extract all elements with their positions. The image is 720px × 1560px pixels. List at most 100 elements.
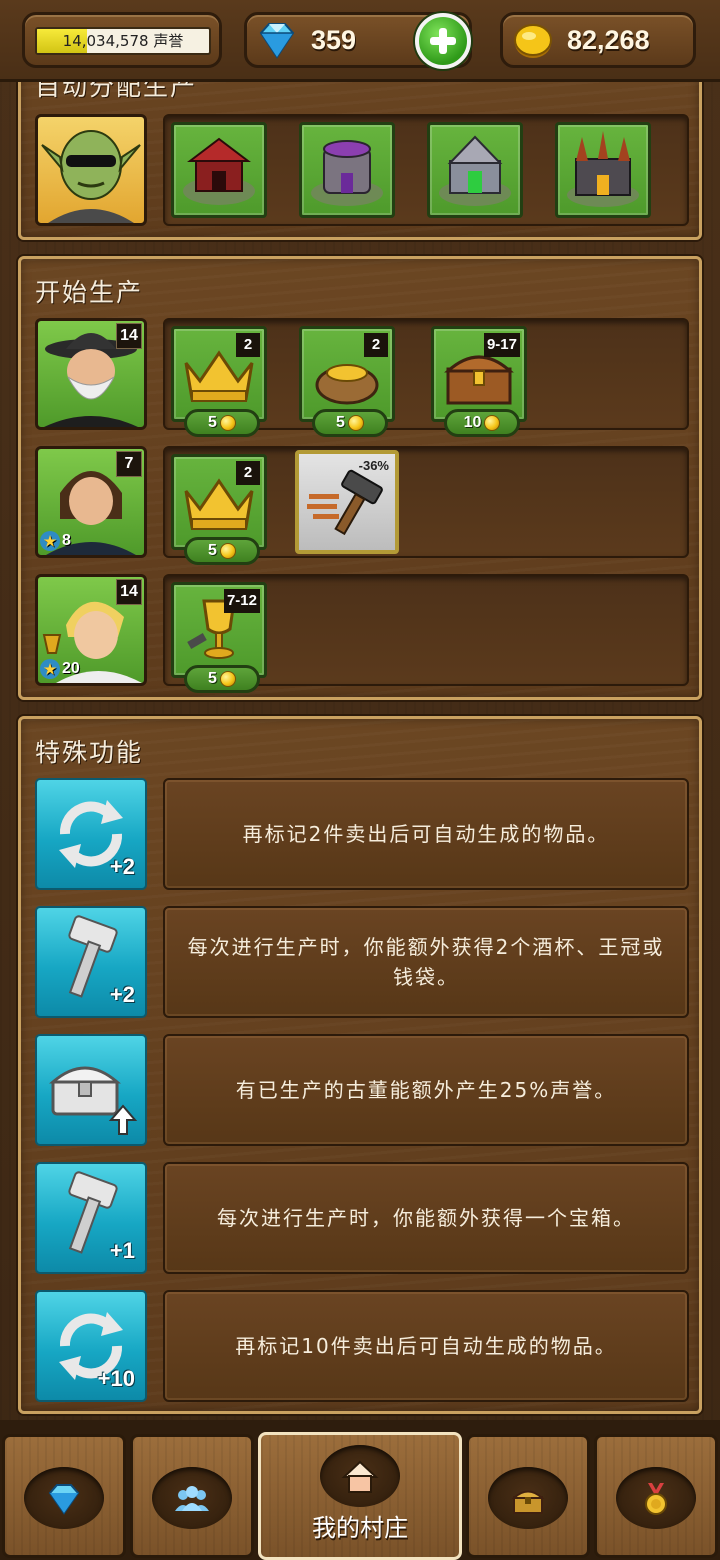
- product-slot-crown[interactable]: 2 5: [171, 454, 267, 565]
- feature-icon-4: +1: [35, 1162, 147, 1274]
- gold-coin-icon: [514, 24, 552, 58]
- reputation-value: 14,034,578: [62, 32, 149, 50]
- feature-badge: +2: [109, 854, 135, 879]
- star-count: 8: [62, 532, 71, 549]
- production-title: 开始生产: [35, 278, 144, 307]
- product-cost: 5: [312, 409, 388, 437]
- gold-coin-icon: [219, 415, 236, 431]
- feature-description-5: 再标记10件卖出后可自动生成的物品。: [163, 1290, 689, 1402]
- star-icon: ★: [40, 659, 60, 679]
- worker-star-badge: ★ 20: [40, 657, 80, 681]
- reputation-bar: 14,034,578 声誉: [35, 27, 211, 55]
- product-slot-goblet[interactable]: 7-12 5: [171, 582, 267, 693]
- star-icon: ★: [40, 531, 60, 551]
- worker-portrait-2[interactable]: 7 ★ 8: [35, 446, 147, 558]
- product-cost: 5: [184, 409, 260, 437]
- medal-icon: [645, 1483, 667, 1515]
- orc-manager-portrait[interactable]: [35, 114, 147, 226]
- gem-value: 359: [311, 25, 357, 55]
- treasure-chest-icon: [511, 1490, 545, 1514]
- cost-value: 5: [208, 542, 217, 559]
- production-strip-3: 7-12 5: [163, 574, 689, 693]
- product-count: 2: [236, 461, 260, 485]
- add-gems-button[interactable]: [415, 13, 471, 69]
- nav-workers-button[interactable]: [130, 1434, 254, 1558]
- special-features-title: 特殊功能: [35, 738, 144, 767]
- production-strip-2: 2 5 -36%: [163, 446, 689, 565]
- house-icon: [341, 1460, 379, 1493]
- feature-description-4: 每次进行生产时，你能额外获得一个宝箱。: [163, 1162, 689, 1274]
- feature-text: 有已生产的古董能额外产生25%声誉。: [235, 1078, 617, 1102]
- nav-village-button[interactable]: 我的村庄: [258, 1432, 462, 1560]
- worker-level-badge: 14: [116, 323, 142, 349]
- building-slot-1[interactable]: [171, 122, 267, 218]
- product-count: 9-17: [483, 333, 520, 357]
- gold-value: 82,268: [567, 25, 650, 55]
- feature-badge: +10: [97, 1366, 135, 1391]
- production-strip-1: 2 5 2 5 9-17 10: [163, 318, 689, 437]
- product-cost: 5: [184, 665, 260, 693]
- boost-percent: -36%: [358, 458, 389, 473]
- feature-description-3: 有已生产的古董能额外产生25%声誉。: [163, 1034, 689, 1146]
- bottom-navigation: 我的村庄: [0, 1420, 720, 1560]
- dark-castle-building-icon: [567, 131, 639, 207]
- red-tent-building-icon: [183, 137, 255, 205]
- special-features-panel: 特殊功能 +2 再标记2件卖出后可自动生成的物品。 +2 每次进行生产时，你能额…: [18, 716, 702, 1414]
- building-slot-4[interactable]: [555, 122, 651, 218]
- feature-badge: +2: [109, 982, 135, 1007]
- nav-treasure-button[interactable]: [466, 1434, 590, 1558]
- gem-counter[interactable]: 359: [244, 12, 472, 69]
- purple-tower-building-icon: [311, 140, 383, 206]
- diamond-icon: [259, 23, 295, 59]
- cost-value: 5: [208, 414, 217, 431]
- building-strip: [163, 114, 689, 226]
- nav-village-label: 我的村庄: [312, 1514, 408, 1542]
- reputation-unit: 声誉: [153, 32, 184, 50]
- feature-badge: +1: [109, 1238, 135, 1263]
- cost-value: 5: [208, 670, 217, 687]
- top-bar: 14,034,578 声誉 359 82,268: [0, 0, 720, 82]
- nav-achievements-button[interactable]: [594, 1434, 718, 1558]
- gold-coin-icon: [484, 415, 501, 431]
- product-count: 2: [364, 333, 388, 357]
- village-screen: 14,034,578 声誉 359 82,268 自动分配生产 开始生产 14 …: [0, 0, 720, 1560]
- product-slot-crown[interactable]: 2 5: [171, 326, 267, 437]
- building-slot-2[interactable]: [299, 122, 395, 218]
- reputation-counter[interactable]: 14,034,578 声誉: [22, 12, 222, 68]
- feature-text: 再标记10件卖出后可自动生成的物品。: [235, 1334, 617, 1358]
- product-count: 2: [236, 333, 260, 357]
- production-panel: 开始生产 14 2 5 2 5 9-17 10 7 ★ 8 2 5 -36% 1…: [18, 256, 702, 700]
- feature-text: 再标记2件卖出后可自动生成的物品。: [242, 822, 610, 846]
- gold-coin-icon: [219, 671, 236, 687]
- nav-shop-button[interactable]: [2, 1434, 126, 1558]
- chest-up-icon: [49, 1066, 138, 1135]
- product-slot-coin-bag[interactable]: 2 5: [299, 326, 395, 437]
- people-icon: [175, 1486, 209, 1511]
- cost-value: 5: [336, 414, 345, 431]
- product-cost: 5: [184, 537, 260, 565]
- feature-text: 每次进行生产时，你能额外获得2个酒杯、王冠或钱袋。: [187, 935, 665, 989]
- building-slot-3[interactable]: [427, 122, 523, 218]
- product-cost: 10: [444, 409, 520, 437]
- diamond-icon: [48, 1484, 80, 1515]
- star-count: 20: [62, 660, 80, 677]
- speed-boost-slot[interactable]: -36%: [295, 450, 399, 554]
- worker-level-badge: 7: [116, 451, 142, 477]
- feature-icon-2: +2: [35, 906, 147, 1018]
- green-temple-building-icon: [439, 135, 511, 206]
- gold-coin-icon: [219, 543, 236, 559]
- feature-icon-1: +2: [35, 778, 147, 890]
- feature-text: 每次进行生产时，你能额外获得一个宝箱。: [217, 1206, 635, 1230]
- gold-counter[interactable]: 82,268: [500, 12, 696, 68]
- product-slot-treasure-chest[interactable]: 9-17 10: [431, 326, 527, 437]
- orc-face-icon: [41, 130, 141, 223]
- product-count: 7-12: [223, 589, 260, 613]
- feature-description-1: 再标记2件卖出后可自动生成的物品。: [163, 778, 689, 890]
- feature-icon-5: +10: [35, 1290, 147, 1402]
- worker-star-badge: ★ 8: [40, 529, 71, 553]
- gold-coin-icon: [347, 415, 364, 431]
- worker-portrait-3[interactable]: 14 ★ 20: [35, 574, 147, 686]
- worker-level-badge: 14: [116, 579, 142, 605]
- cost-value: 10: [463, 414, 482, 431]
- worker-portrait-1[interactable]: 14: [35, 318, 147, 430]
